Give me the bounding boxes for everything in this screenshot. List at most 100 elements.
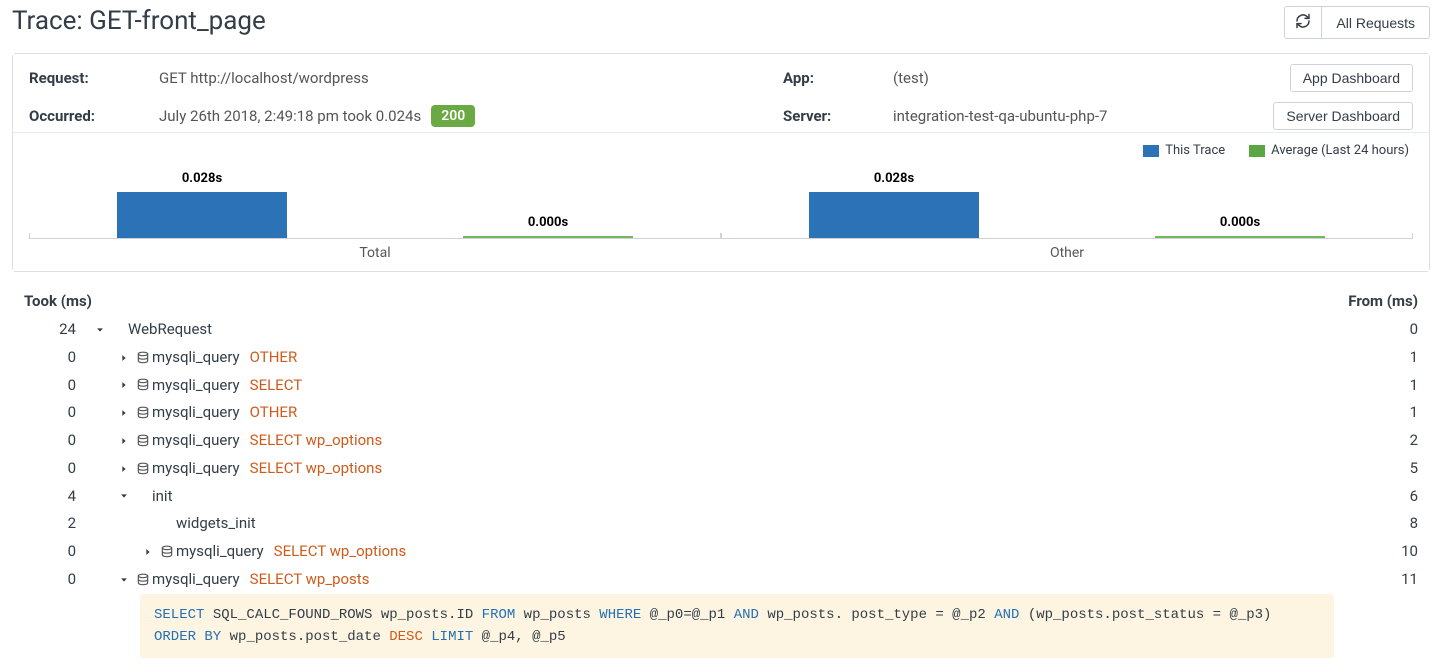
page-title-prefix: Trace: (12, 6, 89, 36)
trace-op-name: mysqli_query (176, 538, 264, 566)
trace-main: widgets_init (90, 510, 1338, 538)
chevron-down-icon[interactable] (114, 491, 134, 501)
sql-token: SQL_CALC_FOUND_ROWS wp_posts.ID (204, 607, 481, 623)
request-value: GET http://localhost/wordpress (159, 69, 783, 87)
server-dashboard-label: Server Dashboard (1286, 108, 1400, 124)
chart-footer-other[interactable]: Other (721, 238, 1413, 271)
chart-other-avg-label: 0.000s (1220, 215, 1260, 230)
sql-token: wp_posts (515, 607, 599, 623)
sql-token: wp_posts.post_date (221, 629, 389, 645)
trace-from: 5 (1338, 455, 1418, 483)
sql-token (423, 629, 431, 645)
sql-token: @_p4, @_p5 (473, 629, 565, 645)
trace-took: 24 (24, 316, 90, 344)
chevron-right-icon[interactable] (114, 464, 134, 474)
all-requests-button[interactable]: All Requests (1322, 6, 1430, 39)
trace-from: 0 (1338, 316, 1418, 344)
trace-took: 2 (24, 510, 90, 538)
trace-row[interactable]: 0mysqli_querySELECT1 (24, 372, 1418, 400)
refresh-icon (1295, 13, 1311, 32)
chevron-down-icon[interactable] (114, 575, 134, 585)
all-requests-label: All Requests (1336, 15, 1415, 31)
legend-average: Average (Last 24 hours) (1249, 143, 1409, 158)
trace-row[interactable]: 0mysqli_querySELECT wp_options5 (24, 455, 1418, 483)
status-badge: 200 (431, 105, 475, 127)
sql-token: FROM (482, 607, 516, 623)
trace-op-name: mysqli_query (152, 455, 240, 483)
trace-op-name: WebRequest (128, 316, 212, 344)
trace-took: 0 (24, 566, 90, 594)
trace-row[interactable]: 0 mysqli_query OTHER 1 (24, 399, 1418, 427)
chart-total-avg-label: 0.000s (528, 215, 568, 230)
sql-token: wp_posts. post_type = @_p2 (759, 607, 994, 623)
sql-token: DESC (389, 629, 423, 645)
app-value: (test) (893, 69, 1173, 87)
chart-total-trace-label: 0.028s (182, 171, 222, 186)
trace-row[interactable]: 24 WebRequest 0 (24, 316, 1418, 344)
trace-op-name: mysqli_query (152, 399, 240, 427)
legend-swatch-green (1249, 145, 1265, 157)
trace-row[interactable]: 0mysqli_queryOTHER1 (24, 344, 1418, 372)
trace-row[interactable]: 0mysqli_querySELECT wp_options2 (24, 427, 1418, 455)
database-icon (134, 351, 152, 365)
trace-row[interactable]: 0mysqli_querySELECT wp_options10 (24, 538, 1418, 566)
trace-main: mysqli_query OTHER (90, 399, 1338, 427)
chart-total-trace-bar (117, 192, 287, 238)
took-header: Took (ms) (24, 292, 92, 310)
trace-op-name: mysqli_query (152, 427, 240, 455)
trace-main: mysqli_querySELECT wp_posts (90, 566, 1338, 594)
trace-from: 10 (1338, 538, 1418, 566)
chevron-right-icon[interactable] (114, 353, 134, 363)
legend-this-trace-label: This Trace (1165, 143, 1225, 158)
trace-from: 1 (1338, 372, 1418, 400)
database-icon (134, 462, 152, 476)
trace-took: 0 (24, 399, 90, 427)
refresh-button[interactable] (1284, 6, 1322, 39)
sql-token: @_p0=@_p1 (641, 607, 733, 623)
sql-token: AND (734, 607, 759, 623)
server-label: Server: (783, 107, 893, 125)
trace-from: 1 (1338, 399, 1418, 427)
server-value: integration-test-qa-ubuntu-php-7 (893, 107, 1173, 125)
legend-swatch-blue (1143, 145, 1159, 157)
chevron-right-icon[interactable] (138, 547, 158, 557)
trace-op-sql: SELECT (250, 372, 303, 400)
trace-from: 1 (1338, 344, 1418, 372)
trace-took: 4 (24, 483, 90, 511)
trace-main: mysqli_querySELECT wp_options (90, 455, 1338, 483)
chart-footer-total[interactable]: Total (29, 238, 721, 271)
chart-other-trace-bar (809, 192, 979, 238)
trace-row[interactable]: 0mysqli_querySELECT wp_posts11 (24, 566, 1418, 594)
occurred-label: Occurred: (29, 107, 159, 125)
trace-main: mysqli_queryOTHER (90, 344, 1338, 372)
request-label: Request: (29, 69, 159, 87)
chart-total: 0.028s 0.000s (29, 160, 721, 238)
trace-op-sql: OTHER (250, 399, 298, 427)
sql-detail-block: SELECT SQL_CALC_FOUND_ROWS wp_posts.ID F… (140, 594, 1334, 659)
trace-main: init (90, 483, 1338, 511)
app-dashboard-label: App Dashboard (1303, 70, 1400, 86)
trace-from: 6 (1338, 483, 1418, 511)
trace-op-name: mysqli_query (152, 372, 240, 400)
chevron-right-icon[interactable] (114, 380, 134, 390)
trace-op-name: mysqli_query (152, 566, 240, 594)
sql-token: SELECT (154, 607, 204, 623)
chevron-right-icon[interactable] (114, 408, 134, 418)
chevron-right-icon[interactable] (114, 436, 134, 446)
server-dashboard-button[interactable]: Server Dashboard (1273, 102, 1413, 130)
trace-main: mysqli_query SELECT wp_options (90, 427, 1338, 455)
app-dashboard-button[interactable]: App Dashboard (1290, 64, 1413, 92)
app-label: App: (783, 69, 893, 87)
chevron-down-icon[interactable] (90, 325, 110, 335)
sql-token: WHERE (599, 607, 641, 623)
trace-from: 2 (1338, 427, 1418, 455)
legend-average-label: Average (Last 24 hours) (1271, 143, 1409, 158)
database-icon (134, 573, 152, 587)
trace-row[interactable]: 4init6 (24, 483, 1418, 511)
legend-this-trace: This Trace (1143, 143, 1225, 158)
trace-op-sql: SELECT wp_options (250, 427, 383, 455)
trace-took: 0 (24, 538, 90, 566)
database-icon (158, 545, 176, 559)
trace-op-name: mysqli_query (152, 344, 240, 372)
trace-row[interactable]: 2widgets_init8 (24, 510, 1418, 538)
